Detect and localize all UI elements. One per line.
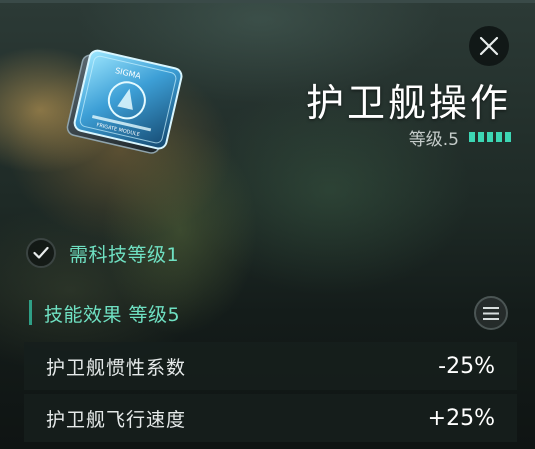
level-pip (496, 132, 502, 142)
effect-label: 护卫舰飞行速度 (46, 408, 187, 431)
skillbook-card-icon: SIGMA FRIGATE MODULE (66, 49, 183, 154)
effect-value: -25% (438, 353, 495, 379)
effects-section-title: 技能效果 等级5 (44, 304, 181, 326)
level-pips (469, 132, 511, 142)
effects-list: 护卫舰惯性系数 -25% 护卫舰飞行速度 +25% (24, 342, 517, 446)
level-pip (478, 132, 484, 142)
requirement-text: 需科技等级1 (69, 243, 180, 266)
skill-title: 护卫舰操作 (305, 81, 511, 125)
close-icon (479, 36, 499, 56)
skill-detail-panel: SIGMA FRIGATE MODULE 护卫舰操作 等级.5 需科技等级1 技… (0, 0, 535, 449)
requirement-check-badge (26, 238, 56, 268)
level-pip (469, 132, 475, 142)
effects-section-header: 技能效果 等级5 (26, 296, 516, 330)
effect-value: +25% (427, 405, 495, 431)
requirement-row: 需科技等级1 (26, 236, 179, 270)
top-edge-divider (0, 0, 535, 3)
level-pip (487, 132, 493, 142)
skill-level-label: 等级.5 (408, 129, 459, 150)
effect-label: 护卫舰惯性系数 (46, 356, 187, 379)
effect-row: 护卫舰惯性系数 -25% (24, 342, 517, 390)
section-accent-bar (29, 300, 32, 325)
check-icon (33, 246, 49, 259)
close-button[interactable] (469, 26, 509, 66)
menu-icon (483, 306, 499, 320)
level-pip (505, 132, 511, 142)
skill-level: 等级.5 (408, 125, 511, 150)
effects-menu-button[interactable] (474, 296, 508, 330)
effect-row: 护卫舰飞行速度 +25% (24, 394, 517, 442)
skillbook-card: SIGMA FRIGATE MODULE (60, 48, 190, 160)
